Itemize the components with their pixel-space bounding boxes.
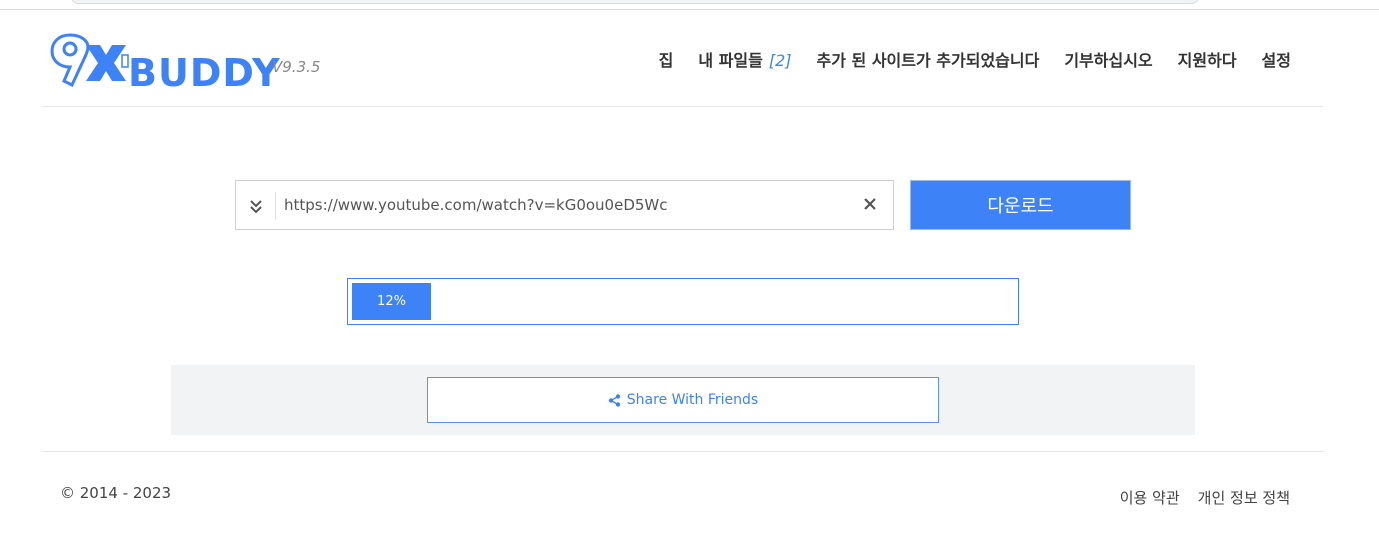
share-label: Share With Friends: [626, 392, 759, 408]
close-icon[interactable]: [859, 193, 881, 215]
footer-divider: [42, 451, 1323, 452]
nav-item-my-files[interactable]: 내 파일들 [2]: [698, 47, 791, 71]
footer-links: 이용 약관 개인 정보 정책: [1120, 487, 1290, 508]
nav-label: 내 파일들: [698, 51, 763, 70]
share-icon: [608, 393, 620, 407]
logo-mark-icon: [50, 33, 129, 88]
nav-item-donate[interactable]: 기부하십시오: [1064, 47, 1152, 71]
logo[interactable]: BUDDY: [50, 29, 280, 95]
share-panel: Share With Friends: [171, 365, 1195, 435]
download-progress-bar: 12%: [347, 278, 1019, 325]
browser-toolbar-edge: [0, 0, 1379, 10]
terms-link[interactable]: 이용 약관: [1120, 487, 1180, 508]
share-with-friends-button[interactable]: Share With Friends: [427, 377, 939, 423]
nav-label: 추가 된 사이트가 추가되었습니다: [816, 51, 1040, 70]
nav-item-settings[interactable]: 설정: [1262, 47, 1291, 71]
file-count-badge: [2]: [768, 51, 792, 70]
address-bar-edge: [70, 0, 1200, 4]
double-chevron-down-icon[interactable]: [236, 192, 276, 220]
main-nav: 집 내 파일들 [2] 추가 된 사이트가 추가되었습니다 기부하십시오 지원하다…: [659, 47, 1291, 71]
nav-label: 집: [658, 51, 674, 70]
nav-item-home[interactable]: 집: [659, 47, 674, 71]
version-label: V9.3.5: [272, 58, 321, 76]
privacy-policy-link[interactable]: 개인 정보 정책: [1198, 487, 1290, 508]
nav-item-support[interactable]: 지원하다: [1178, 47, 1237, 71]
site-header: BUDDY V9.3.5 집 내 파일들 [2] 추가 된 사이트가 추가되었습니…: [42, 11, 1323, 107]
nav-label: 기부하십시오: [1064, 51, 1153, 70]
download-button[interactable]: 다운로드: [910, 180, 1131, 230]
nav-label: 지원하다: [1177, 51, 1237, 70]
url-search-box: [235, 180, 894, 230]
progress-fill: 12%: [352, 283, 431, 320]
logo-text: BUDDY: [128, 51, 281, 95]
copyright-text: © 2014 - 2023: [60, 484, 172, 502]
url-input[interactable]: [276, 181, 846, 229]
nav-item-added-sites[interactable]: 추가 된 사이트가 추가되었습니다: [817, 47, 1040, 71]
nav-label: 설정: [1261, 51, 1291, 70]
